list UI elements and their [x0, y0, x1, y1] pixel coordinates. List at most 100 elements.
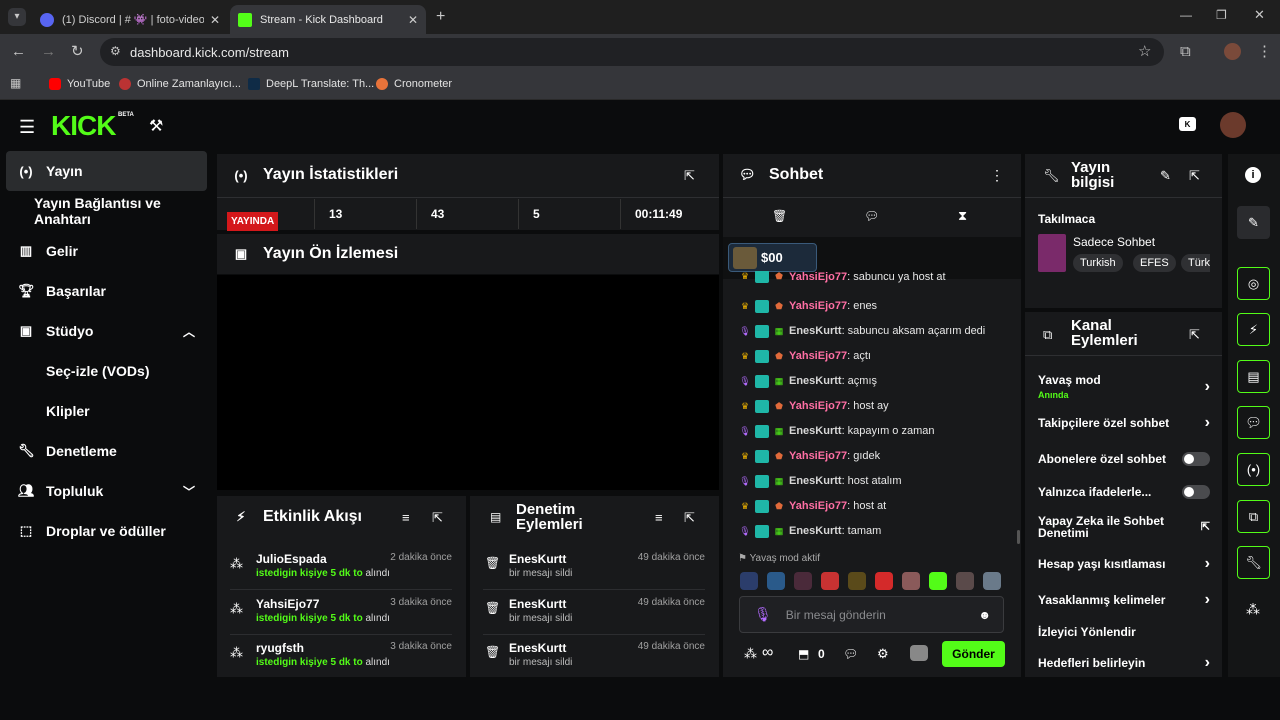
action-followers-only[interactable]: Takipçilere özel sohbet › [1038, 414, 1210, 432]
action-banned-words[interactable]: Yasaklanmış kelimeler › [1038, 591, 1210, 609]
close-window-icon[interactable]: ✕ [1254, 8, 1265, 21]
action-set-goals[interactable]: Hedefleri belirleyin › [1038, 654, 1210, 672]
emote[interactable] [875, 572, 893, 590]
chat-username[interactable]: EnesKurtt [789, 375, 842, 387]
bookmark-youtube[interactable]: YouTube [49, 76, 110, 92]
browser-menu-icon[interactable]: ⋮ [1257, 44, 1272, 59]
sidebar-item-klipler[interactable]: Klipler [6, 391, 207, 431]
emote[interactable] [794, 572, 812, 590]
tag-turk[interactable]: Türk [1181, 254, 1210, 272]
rail-chat-button[interactable]: 💬︎ [1237, 406, 1270, 439]
emote-picker-icon[interactable] [910, 645, 928, 661]
rail-activity-button[interactable]: ⚡︎ [1237, 313, 1270, 346]
action-redirect-viewers[interactable]: İzleyici Yönlendir [1038, 623, 1210, 641]
sidebar-item-vods[interactable]: Seç-izle (VODs) [6, 351, 207, 391]
chat-scrollbar[interactable] [1017, 530, 1020, 544]
emote[interactable] [767, 572, 785, 590]
sidebar-item-yayin[interactable]: (•) Yayın [6, 151, 207, 191]
expand-icon[interactable]: ⇱ [1189, 327, 1200, 343]
chat-bubble-icon[interactable]: 💬︎ [843, 647, 858, 661]
extensions-icon[interactable]: ⧉ [1180, 44, 1191, 59]
gift-box-icon[interactable]: ⬒ [798, 647, 809, 661]
rail-moderation-button[interactable]: ▤ [1237, 360, 1270, 393]
info-icon[interactable]: i [1245, 167, 1261, 183]
reload-icon[interactable]: ↻ [71, 44, 84, 59]
close-tab-icon[interactable]: ✕ [210, 13, 220, 27]
edit-layout-button[interactable]: ✎ [1237, 206, 1270, 239]
kick-logo[interactable]: KICK [51, 110, 116, 142]
stream-preview-video[interactable] [217, 275, 719, 490]
send-button[interactable]: Gönder [942, 641, 1005, 667]
emoji-icon[interactable]: ☻ [978, 608, 991, 622]
sidebar-item-denetleme[interactable]: 🔧︎ Denetleme [6, 431, 207, 471]
profile-avatar[interactable] [1224, 43, 1241, 60]
sidebar-item-gelir[interactable]: ▥ Gelir [6, 231, 207, 271]
bookmark-deepl[interactable]: DeepL Translate: Th... [248, 76, 374, 92]
rail-camera-button[interactable]: ◎ [1237, 267, 1270, 300]
expand-icon[interactable]: ⇱ [1189, 168, 1200, 184]
close-tab-icon[interactable]: ✕ [408, 13, 418, 27]
chat-username[interactable]: YahsiEjo77 [789, 271, 847, 283]
settings-gear-icon[interactable]: ⚙ [877, 646, 889, 662]
bookmark-timer[interactable]: Online Zamanlayıcı... [119, 76, 241, 92]
sidebar-item-droplar[interactable]: ⬚ Droplar ve ödüller [6, 511, 207, 551]
sidebar-item-topluluk[interactable]: 👥︎ Topluluk ﹀ [6, 471, 207, 511]
tag-efes[interactable]: EFES [1133, 254, 1176, 272]
filter-icon[interactable]: ≡ [655, 510, 663, 525]
forward-icon[interactable]: → [41, 44, 56, 59]
new-tab-icon[interactable]: + [436, 9, 445, 25]
chat-username[interactable]: YahsiEjo77 [789, 500, 847, 512]
tab-search-icon[interactable]: ▾ [8, 8, 26, 26]
bookmark-cronometer[interactable]: Cronometer [376, 76, 452, 92]
emotes-only-toggle[interactable] [1182, 485, 1210, 499]
emote[interactable] [821, 572, 839, 590]
emote[interactable] [902, 572, 920, 590]
hammer-icon[interactable]: ⚒ [149, 116, 163, 136]
chat-username[interactable]: EnesKurtt [789, 425, 842, 437]
chat-username[interactable]: EnesKurtt [789, 525, 842, 537]
bookmark-star-icon[interactable]: ☆ [1138, 44, 1151, 59]
maximize-icon[interactable]: ❐ [1216, 9, 1227, 21]
hourglass-icon[interactable]: ⧗ [958, 208, 967, 224]
chat-username[interactable]: YahsiEjo77 [789, 350, 847, 362]
chat-input[interactable]: 🎙︎ Bir mesaj gönderin ☻ [739, 596, 1004, 633]
expand-icon[interactable]: ⇱ [684, 168, 695, 184]
emote[interactable] [956, 572, 974, 590]
microphone-icon[interactable]: 🎙︎ [754, 606, 772, 623]
chat-username[interactable]: EnesKurtt [789, 325, 842, 337]
chat-username[interactable]: YahsiEjo77 [789, 450, 847, 462]
back-icon[interactable]: ← [11, 44, 26, 59]
rail-broadcast-button[interactable]: (•) [1237, 453, 1270, 486]
pencil-icon[interactable]: ✎ [1160, 168, 1171, 184]
tag-turkish[interactable]: Turkish [1073, 254, 1123, 272]
action-slow-mode[interactable]: Yavaş mod Anında › [1038, 373, 1210, 401]
chat-username[interactable]: YahsiEjo77 [789, 300, 847, 312]
subscribers-toggle[interactable] [1182, 452, 1210, 466]
minimize-icon[interactable]: — [1180, 9, 1192, 21]
points-icon[interactable]: ⁂ [1246, 601, 1260, 618]
chat-bubble-icon[interactable]: 💬︎ [864, 209, 879, 223]
chat-menu-icon[interactable]: ⋮ [990, 167, 1004, 184]
sidebar-item-stream-key[interactable]: Yayın Bağlantısı ve Anahtarı [6, 191, 216, 231]
expand-icon[interactable]: ⇱ [432, 510, 443, 526]
filter-icon[interactable]: ≡ [402, 510, 410, 525]
hamburger-menu-icon[interactable]: ☰ [19, 117, 35, 138]
sidebar-item-basarilar[interactable]: 🏆︎ Başarılar [6, 271, 207, 311]
chat-username[interactable]: EnesKurtt [789, 475, 842, 487]
tab-kick-dashboard[interactable]: Stream - Kick Dashboard ✕ [230, 5, 426, 34]
user-avatar[interactable] [1220, 112, 1246, 138]
pinned-gift[interactable]: $00 [728, 243, 817, 272]
points-icon[interactable]: ⁂ [744, 646, 757, 662]
emote[interactable] [740, 572, 758, 590]
rail-tools-button[interactable]: 🔧︎ [1237, 546, 1270, 579]
tab-discord[interactable]: (1) Discord | # 👾 | foto-video-cli ✕ [32, 5, 228, 34]
site-info-icon[interactable]: ⚙ [110, 45, 121, 57]
kick-mode-icon[interactable]: K [1179, 117, 1196, 131]
emote[interactable] [983, 572, 1001, 590]
action-ai-moderation[interactable]: Yapay Zeka ile Sohbet Denetimi ⇱ [1038, 514, 1210, 540]
sidebar-item-studyo[interactable]: ▣ Stüdyo ︿ [6, 311, 207, 351]
rail-actions-button[interactable]: ⧉ [1237, 500, 1270, 533]
expand-icon[interactable]: ⇱ [684, 510, 695, 526]
action-account-age[interactable]: Hesap yaşı kısıtlaması › [1038, 555, 1210, 573]
address-bar[interactable]: dashboard.kick.com/stream [100, 38, 1164, 66]
